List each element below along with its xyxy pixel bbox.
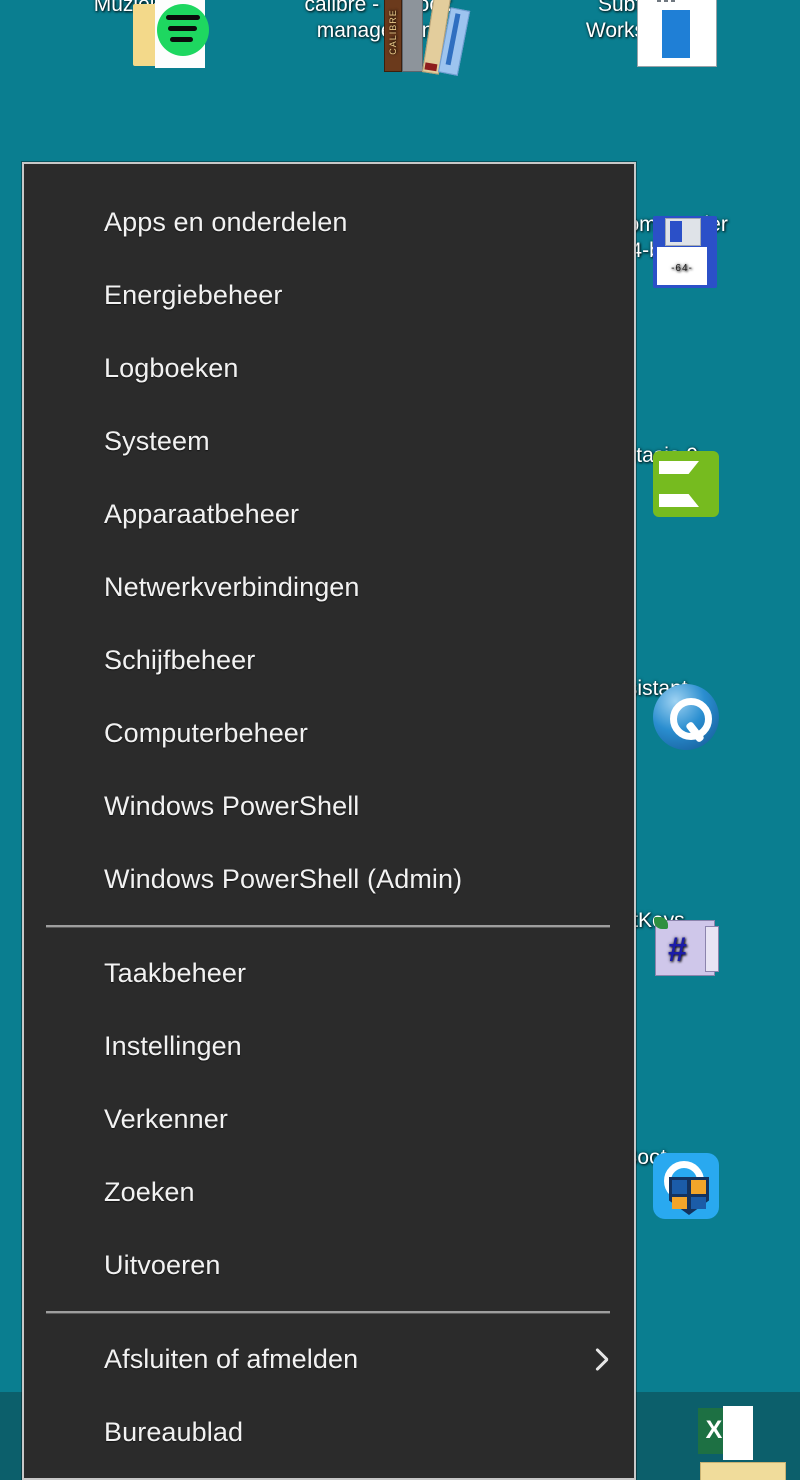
menu-item-bureaublad[interactable]: Bureaublad — [24, 1396, 634, 1469]
menu-item-energiebeheer[interactable]: Energiebeheer — [24, 259, 634, 332]
menu-item-apparaatbeheer[interactable]: Apparaatbeheer — [24, 478, 634, 551]
menu-item-zoeken[interactable]: Zoeken — [24, 1156, 634, 1229]
menu-item-computerbeheer[interactable]: Computerbeheer — [24, 697, 634, 770]
desktop-screen: Muziek calibre - E-book management Subti… — [0, 0, 800, 1480]
menu-item-label: Apparaatbeheer — [104, 499, 300, 529]
menu-item-label: Bureaublad — [104, 1417, 244, 1447]
desktop-icon-calibre[interactable]: calibre - E-book management — [293, 0, 471, 76]
menu-separator — [46, 1311, 610, 1314]
desktop-icon-subtitle-workshop[interactable]: Subtitle Workshop — [548, 0, 718, 67]
menu-item-label: Apps en onderdelen — [104, 207, 348, 237]
menu-group-system-tools: Apps en onderdelen Energiebeheer Logboek… — [24, 164, 634, 916]
menu-item-label: Logboeken — [104, 353, 239, 383]
menu-item-label: Zoeken — [104, 1177, 195, 1207]
menu-item-label: Systeem — [104, 426, 210, 456]
taskbar-item-excel[interactable]: X — [698, 1406, 754, 1462]
menu-item-label: Verkenner — [104, 1104, 228, 1134]
menu-item-logboeken[interactable]: Logboeken — [24, 332, 634, 405]
winx-power-user-menu[interactable]: Apps en onderdelen Energiebeheer Logboek… — [22, 162, 636, 1480]
menu-item-label: Instellingen — [104, 1031, 242, 1061]
menu-item-taakbeheer[interactable]: Taakbeheer — [24, 937, 634, 1010]
menu-separator — [46, 925, 610, 928]
taskbar-window-button[interactable] — [700, 1462, 786, 1480]
menu-item-label: Computerbeheer — [104, 718, 309, 748]
chevron-right-icon — [593, 1347, 608, 1373]
menu-item-label: Windows PowerShell (Admin) — [104, 864, 463, 894]
menu-item-label: Schijfbeheer — [104, 645, 256, 675]
menu-item-verkenner[interactable]: Verkenner — [24, 1083, 634, 1156]
menu-item-instellingen[interactable]: Instellingen — [24, 1010, 634, 1083]
menu-item-systeem[interactable]: Systeem — [24, 405, 634, 478]
menu-item-label: Afsluiten of afmelden — [104, 1344, 359, 1374]
menu-item-label: Taakbeheer — [104, 958, 247, 988]
desktop-icon-muziek[interactable]: Muziek — [42, 0, 212, 68]
menu-item-label: Uitvoeren — [104, 1250, 221, 1280]
menu-item-apps-en-onderdelen[interactable]: Apps en onderdelen — [24, 186, 634, 259]
excel-icon: X — [698, 1406, 754, 1460]
menu-item-label: Netwerkverbindingen — [104, 572, 360, 602]
menu-item-windows-powershell-admin[interactable]: Windows PowerShell (Admin) — [24, 843, 634, 916]
menu-item-afsluiten-of-afmelden[interactable]: Afsluiten of afmelden — [24, 1323, 634, 1396]
menu-item-windows-powershell[interactable]: Windows PowerShell — [24, 770, 634, 843]
menu-item-label: Windows PowerShell — [104, 791, 360, 821]
menu-item-netwerkverbindingen[interactable]: Netwerkverbindingen — [24, 551, 634, 624]
menu-item-label: Energiebeheer — [104, 280, 283, 310]
menu-item-uitvoeren[interactable]: Uitvoeren — [24, 1229, 634, 1302]
menu-item-schijfbeheer[interactable]: Schijfbeheer — [24, 624, 634, 697]
menu-group-shell-tools: Taakbeheer Instellingen Verkenner Zoeken… — [24, 937, 634, 1302]
menu-group-session: Afsluiten of afmelden Bureaublad — [24, 1323, 634, 1469]
